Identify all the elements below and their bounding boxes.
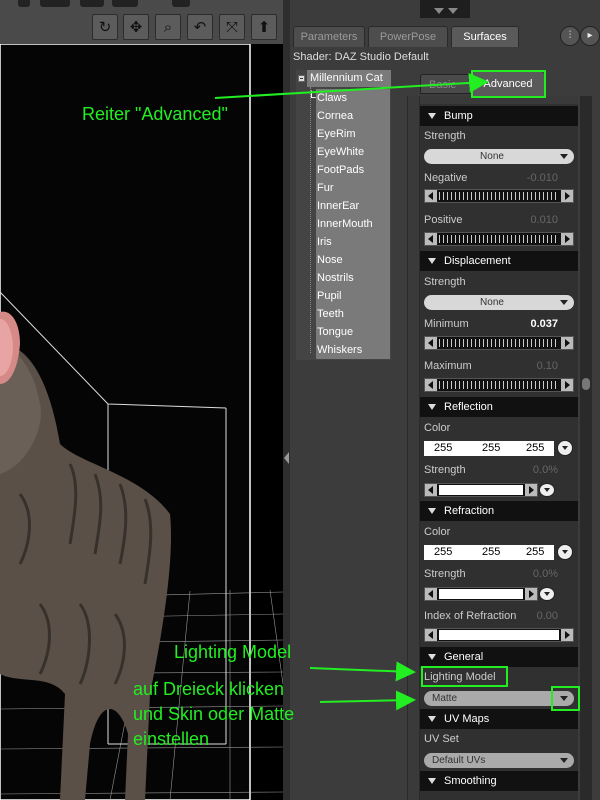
annotation-instruction-line: und Skin oder Matte: [133, 704, 295, 724]
annotation-instruction-line: auf Dreieck klicken: [133, 679, 285, 699]
annotation-lighting-model: Lighting Model: [174, 642, 292, 662]
annotation-instruction-line: einstellen: [133, 729, 210, 749]
annotation-advanced: Reiter "Advanced": [82, 104, 228, 124]
